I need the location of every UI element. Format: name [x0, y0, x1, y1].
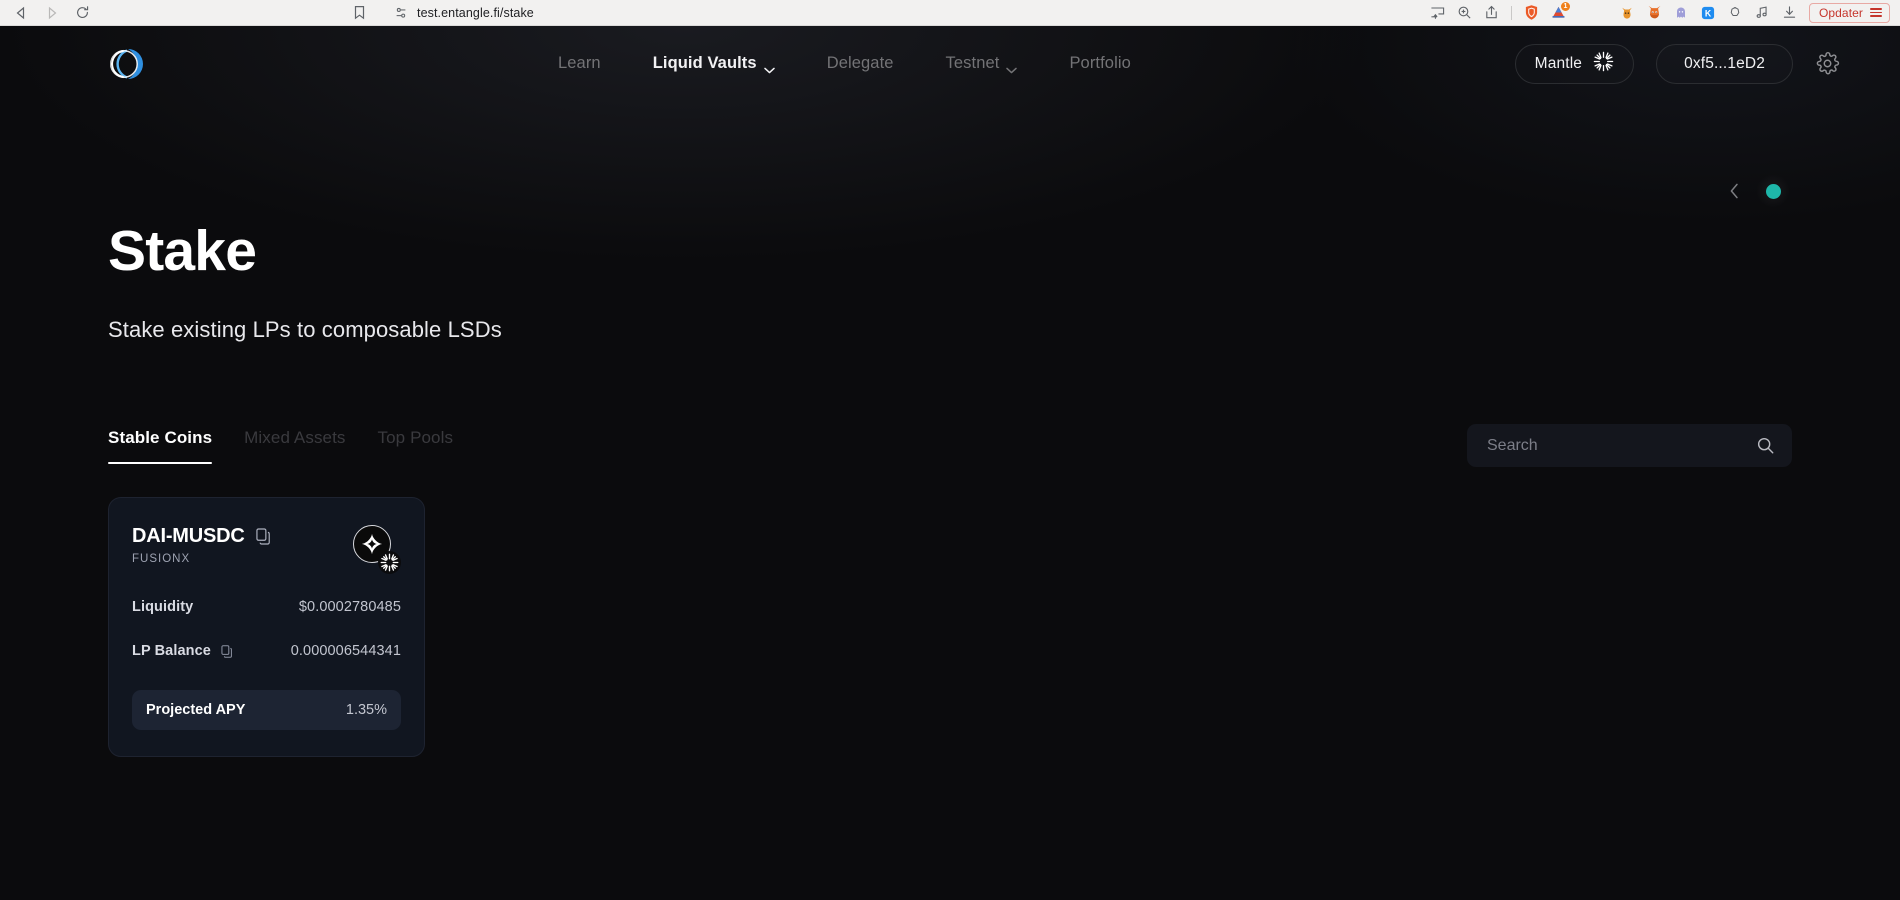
- nav-label: Learn: [558, 54, 601, 72]
- tab-list: Stable Coins Mixed Assets Top Pools: [108, 428, 469, 464]
- fox-icon[interactable]: [1614, 3, 1641, 23]
- stat-value: $0.0002780485: [298, 599, 401, 615]
- address-bar[interactable]: test.entangle.fi/stake: [394, 3, 1424, 23]
- notification-badge: 1: [1560, 1, 1570, 11]
- hamburger-menu-icon[interactable]: [1870, 7, 1882, 18]
- apy-label: Projected APY: [146, 702, 246, 718]
- kaspa-icon[interactable]: K: [1695, 3, 1722, 23]
- tab-stable-coins[interactable]: Stable Coins: [108, 428, 228, 464]
- pool-token-badges: [353, 525, 401, 574]
- app-header: Learn Liquid Vaults Delegate Testnet Por…: [0, 26, 1900, 101]
- pool-card-grid: DAI-MUSDC FUSIONX Liquidity $0.000278048…: [0, 497, 1900, 757]
- page-hero: Stake Stake existing LPs to composable L…: [0, 101, 1900, 343]
- nav-label: Liquid Vaults: [652, 54, 757, 72]
- pool-card-titles: DAI-MUSDC FUSIONX: [132, 525, 353, 565]
- nav-item-delegate[interactable]: Delegate: [801, 47, 920, 80]
- tab-label: Stable Coins: [108, 427, 213, 447]
- stat-label: Liquidity: [132, 599, 194, 615]
- browser-toolbar: test.entangle.fi/stake 1 K Opdater: [0, 0, 1900, 26]
- pool-stat-lp-balance: LP Balance 0.000006544341: [132, 643, 401, 659]
- search-input[interactable]: [1487, 436, 1756, 455]
- entangle-logo[interactable]: [102, 41, 148, 87]
- back-arrow-icon[interactable]: [12, 4, 29, 21]
- page-subtitle: Stake existing LPs to composable LSDs: [108, 317, 502, 342]
- forward-arrow-icon[interactable]: [43, 4, 60, 21]
- stat-value: 0.000006544341: [290, 643, 401, 659]
- pool-card[interactable]: DAI-MUSDC FUSIONX Liquidity $0.000278048…: [108, 497, 425, 757]
- cloud-icon[interactable]: [1722, 3, 1749, 23]
- notifications-triangle-icon[interactable]: 1: [1545, 1, 1572, 23]
- tab-label: Top Pools: [377, 427, 454, 447]
- nav-item-liquid-vaults[interactable]: Liquid Vaults: [627, 47, 801, 80]
- download-icon[interactable]: [1776, 3, 1803, 23]
- chevron-down-icon: [763, 60, 775, 74]
- zoom-icon[interactable]: [1451, 3, 1478, 23]
- nav-item-portfolio[interactable]: Portfolio: [1043, 47, 1156, 80]
- reload-icon[interactable]: [74, 4, 91, 21]
- toolbar-divider: [1510, 5, 1512, 20]
- wallet-address-button[interactable]: 0xf5...1eD2: [1656, 43, 1793, 84]
- update-button[interactable]: Opdater: [1808, 2, 1890, 23]
- site-permissions-icon[interactable]: [394, 6, 408, 20]
- nav-item-learn[interactable]: Learn: [532, 47, 627, 80]
- app-root: Learn Liquid Vaults Delegate Testnet Por…: [0, 26, 1900, 900]
- nav-item-testnet[interactable]: Testnet: [920, 47, 1044, 80]
- pool-stat-liquidity: Liquidity $0.0002780485: [132, 599, 401, 615]
- network-label: Mantle: [1534, 54, 1583, 72]
- header-actions: Mantle 0xf5...1eD2: [1514, 43, 1840, 84]
- music-icon[interactable]: [1749, 3, 1776, 23]
- chevron-down-icon: [1006, 60, 1018, 74]
- copy-icon[interactable]: [221, 644, 233, 658]
- update-button-label: Opdater: [1818, 5, 1863, 20]
- page-title: Stake: [108, 219, 257, 283]
- copy-icon[interactable]: [255, 528, 271, 545]
- main-navigation: Learn Liquid Vaults Delegate Testnet Por…: [532, 47, 1157, 80]
- pool-card-header: DAI-MUSDC FUSIONX: [132, 525, 401, 574]
- stat-label: LP Balance: [132, 643, 211, 659]
- apy-value: 1.35%: [345, 702, 387, 718]
- tab-label: Mixed Assets: [244, 427, 346, 447]
- carousel-dot: [1765, 183, 1781, 199]
- mantle-sunburst-icon: [1593, 51, 1614, 77]
- share-icon[interactable]: [1478, 3, 1505, 23]
- brave-shield-icon[interactable]: [1518, 3, 1545, 23]
- svg-text:K: K: [1705, 8, 1712, 18]
- carousel-dot-active[interactable]: [1756, 174, 1790, 208]
- pool-apy-row: Projected APY 1.35%: [132, 690, 401, 730]
- tab-top-pools[interactable]: Top Pools: [362, 428, 470, 464]
- cast-icon[interactable]: [1424, 3, 1451, 23]
- ghost-icon[interactable]: [1668, 3, 1695, 23]
- nav-label: Portfolio: [1069, 54, 1131, 72]
- tabs-and-search: Stable Coins Mixed Assets Top Pools: [0, 424, 1900, 467]
- nav-label: Testnet: [945, 54, 1000, 72]
- search-box[interactable]: [1467, 424, 1792, 467]
- mantle-sunburst-icon: [378, 551, 401, 574]
- search-icon[interactable]: [1756, 436, 1775, 455]
- gear-icon[interactable]: [1815, 51, 1840, 76]
- pool-pair-name: DAI-MUSDC: [132, 525, 245, 547]
- wallet-address-label: 0xf5...1eD2: [1684, 54, 1765, 72]
- chevron-left-icon[interactable]: [1729, 183, 1740, 199]
- browser-extension-area: 1 K Opdater: [1424, 1, 1890, 23]
- url-text: test.entangle.fi/stake: [417, 5, 534, 20]
- metamask-icon[interactable]: [1641, 3, 1668, 23]
- pool-pair-row: DAI-MUSDC: [132, 525, 353, 548]
- pool-protocol: FUSIONX: [132, 553, 191, 565]
- network-selector[interactable]: Mantle: [1514, 43, 1635, 84]
- nav-label: Delegate: [826, 54, 894, 72]
- tab-mixed-assets[interactable]: Mixed Assets: [228, 428, 361, 464]
- bookmark-icon[interactable]: [353, 5, 366, 20]
- browser-nav-buttons: [12, 4, 91, 21]
- stat-label-wrap: LP Balance: [132, 643, 233, 659]
- carousel-controls: [1729, 174, 1790, 208]
